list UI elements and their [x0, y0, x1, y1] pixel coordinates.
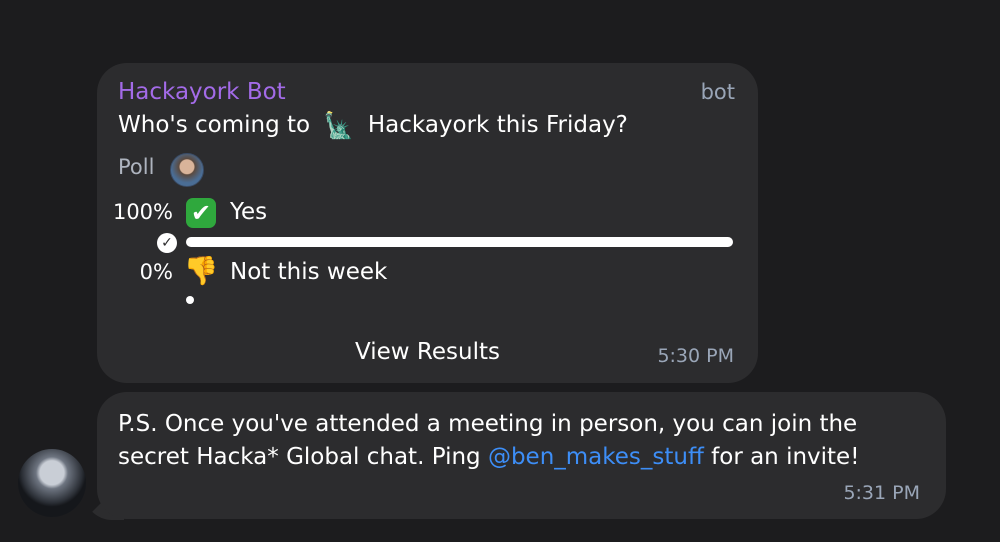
option-yes-label: Yes	[230, 199, 268, 225]
poll-timestamp: 5:30 PM	[657, 345, 734, 367]
poll-question-text-end: Hackayork this Friday?	[367, 112, 628, 138]
mention-link[interactable]: @ben_makes_stuff	[488, 444, 704, 470]
sender-avatar[interactable]	[18, 449, 86, 517]
poll-message-bubble: Hackayork Bot bot Who's coming to 🗽 Hack…	[97, 63, 758, 383]
option-yes-bar	[186, 237, 733, 247]
statue-of-liberty-icon: 🗽	[323, 111, 355, 140]
text-message-bubble: P.S. Once you've attended a meeting in p…	[97, 392, 946, 519]
check-mark-icon: ✔	[186, 198, 216, 228]
thumbs-down-icon: 👎	[183, 253, 219, 287]
option-yes-percent: 100%	[112, 200, 173, 224]
poll-question: Who's coming to 🗽 Hackayork this Friday?	[118, 111, 628, 141]
option-no-label: Not this week	[230, 259, 388, 285]
poll-question-text-start: Who's coming to	[118, 112, 311, 138]
poll-label: Poll	[118, 155, 155, 179]
voter-avatar[interactable]	[170, 153, 204, 187]
sender-name[interactable]: Hackayork Bot	[118, 79, 286, 105]
chosen-check-icon: ✓	[157, 233, 177, 253]
message-text: P.S. Once you've attended a meeting in p…	[118, 408, 928, 474]
option-no-bar-dot	[186, 296, 194, 304]
bot-tag: bot	[700, 80, 735, 104]
option-yes-bar-fill	[186, 237, 733, 247]
message-text-end: for an invite!	[703, 444, 860, 470]
message-timestamp: 5:31 PM	[843, 482, 920, 504]
option-no-percent: 0%	[139, 260, 173, 284]
